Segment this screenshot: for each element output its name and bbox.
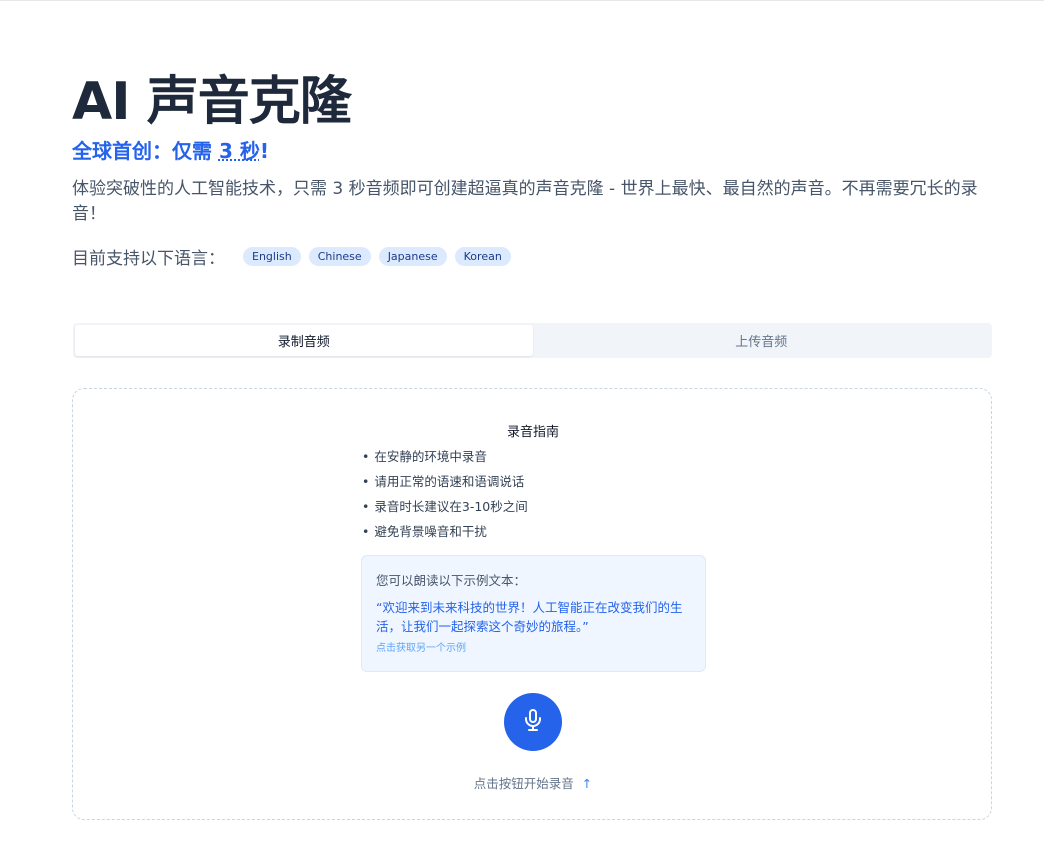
guide-item: 避免背景噪音和干扰	[362, 521, 528, 546]
guide-item: 在安静的环境中录音	[362, 446, 528, 471]
sample-heading: 您可以朗读以下示例文本：	[376, 573, 527, 588]
subtitle: 全球首创：仅需 3 秒!	[72, 135, 269, 164]
languages-label: 目前支持以下语言：	[72, 249, 225, 269]
guide-item: 录音时长建议在3-10秒之间	[362, 496, 527, 521]
description: 体验突破性的人工智能技术，只需 3 秒音频即可创建超逼真的声音克隆 - 世界上最…	[72, 179, 978, 224]
page-title: AI 声音克隆	[72, 72, 352, 132]
microphone-icon	[521, 708, 545, 736]
guide-item: 请用正常的语速和语调说话	[362, 471, 528, 496]
language-badge: Chinese	[308, 247, 371, 266]
record-panel: 录音指南 在安静的环境中录音 请用正常的语速和语调说话 录音时长建议在3-10秒…	[72, 388, 992, 820]
sample-text: “欢迎来到未来科技的世界！人工智能正在改变我们的生活，让我们一起探索这个奇妙的旅…	[376, 600, 683, 634]
another-sample-link[interactable]: 点击获取另一个示例	[376, 639, 691, 654]
subtitle-prefix: 全球首创：仅需	[72, 139, 219, 163]
tab-list: 录制音频 上传音频	[73, 323, 992, 358]
guide-list: 在安静的环境中录音 请用正常的语速和语调说话 录音时长建议在3-10秒之间 避免…	[362, 446, 528, 546]
guide-title: 录音指南	[506, 425, 559, 440]
tab-record-audio[interactable]: 录制音频	[75, 325, 533, 356]
arrow-up-icon: ↑	[581, 776, 593, 791]
record-hint-text: 点击按钮开始录音	[473, 776, 574, 791]
language-badge: Japanese	[378, 247, 447, 266]
tab-upload-audio[interactable]: 上传音频	[533, 325, 991, 356]
language-badge: English	[243, 247, 301, 266]
record-hint: 点击按钮开始录音 ↑	[73, 773, 993, 792]
subtitle-highlight: 3 秒	[218, 139, 260, 163]
sample-text-box: 您可以朗读以下示例文本： “欢迎来到未来科技的世界！人工智能正在改变我们的生活，…	[361, 555, 706, 672]
record-button[interactable]	[504, 693, 562, 751]
languages-row: 目前支持以下语言： English Chinese Japanese Korea…	[72, 244, 511, 269]
subtitle-suffix: !	[259, 139, 269, 163]
language-badge: Korean	[454, 247, 511, 266]
